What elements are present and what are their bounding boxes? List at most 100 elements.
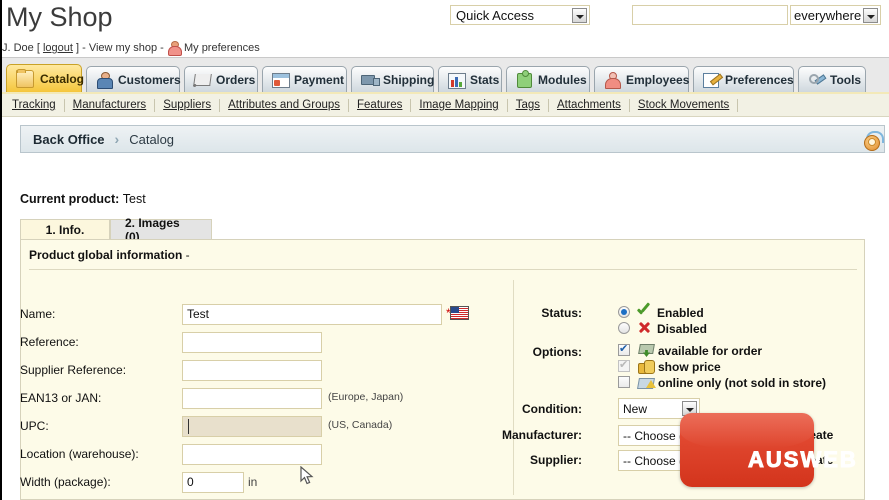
current-product-heading: Current product: Test	[20, 192, 146, 206]
option-available-for-order-checkbox[interactable]	[618, 342, 630, 356]
shop-title: My Shop	[6, 2, 113, 32]
option-online-only-checkbox[interactable]	[618, 376, 630, 388]
chevron-down-icon[interactable]	[572, 8, 587, 23]
truck-icon	[361, 72, 380, 88]
submenu-item-attachments[interactable]: Attachments	[549, 99, 629, 111]
supplier-reference-input[interactable]	[182, 360, 322, 381]
submenu-item-manufacturers[interactable]: Manufacturers	[65, 99, 155, 111]
tab-customers[interactable]: Customers	[86, 66, 181, 92]
location-input[interactable]	[182, 444, 322, 465]
ean13-input[interactable]	[182, 388, 322, 409]
tab-payment-label: Payment	[294, 72, 345, 87]
application-window: My Shop J. Doe [ logout ] - View my shop…	[0, 0, 889, 500]
quick-access-select[interactable]: Quick Access	[450, 5, 590, 25]
option-online-only-label[interactable]: online only (not sold in store)	[658, 376, 826, 390]
gear-icon[interactable]	[862, 131, 884, 151]
my-preferences-link[interactable]: My preferences	[184, 42, 260, 54]
submenu-item-attributes-and-groups[interactable]: Attributes and Groups	[220, 99, 348, 111]
product-tabs: 1. Info. 2. Images (0)	[20, 216, 212, 244]
tab-preferences[interactable]: Preferences	[693, 66, 794, 92]
panel-title-text: Product global information	[29, 248, 183, 262]
tab-modules[interactable]: Modules	[506, 66, 590, 92]
width-input[interactable]: 0	[182, 472, 244, 493]
cart-green-icon	[638, 343, 654, 357]
upc-input[interactable]	[182, 416, 322, 437]
main-navigation-tabs: Catalog Customers Orders Payment Shippin…	[2, 57, 889, 94]
search-input[interactable]	[632, 5, 788, 25]
name-input[interactable]: Test	[182, 304, 442, 325]
tab-employees[interactable]: Employees	[594, 66, 689, 92]
tab-orders[interactable]: Orders	[184, 66, 258, 92]
manufacturer-label: Manufacturer:	[501, 428, 582, 442]
panel-title-dash: -	[185, 248, 190, 262]
check-icon	[636, 304, 652, 318]
width-label: Width (package):	[20, 475, 111, 489]
submenu-item-features[interactable]: Features	[349, 99, 410, 111]
status-disabled-radio[interactable]	[618, 322, 630, 334]
search-scope-select[interactable]: everywhere	[790, 5, 881, 25]
tab-shipping-label: Shipping	[383, 72, 435, 87]
quick-access-label: Quick Access	[456, 8, 535, 23]
folder-icon	[16, 68, 34, 88]
tab-stats-label: Stats	[470, 72, 500, 87]
cart-icon	[193, 72, 212, 88]
tab-images[interactable]: 2. Images (0)	[110, 216, 212, 244]
tab-payment[interactable]: Payment	[262, 66, 347, 92]
user-name-prefix: J. Doe [	[2, 42, 40, 54]
tab-catalog[interactable]: Catalog	[6, 64, 84, 92]
upc-label: UPC:	[20, 419, 49, 433]
badge-gloss	[680, 413, 814, 449]
condition-value: New	[623, 402, 648, 416]
upc-hint: (US, Canada)	[328, 419, 393, 431]
option-show-price-label[interactable]: show price	[658, 360, 721, 374]
tab-orders-label: Orders	[216, 72, 256, 87]
ean13-hint: (Europe, Japan)	[328, 391, 404, 403]
supplier-reference-label: Supplier Reference:	[20, 363, 127, 377]
tab-stats[interactable]: Stats	[438, 66, 502, 92]
option-available-for-order-label[interactable]: available for order	[658, 344, 762, 358]
reference-label: Reference:	[20, 335, 79, 349]
user-info-bar: J. Doe [ logout ] - View my shop - My pr…	[2, 41, 260, 56]
tab-modules-label: Modules	[538, 72, 587, 87]
wrench-icon	[808, 72, 824, 88]
user-icon	[167, 41, 182, 56]
option-show-price-checkbox[interactable]	[618, 358, 630, 372]
submenu-item-stock-movements[interactable]: Stock Movements	[630, 99, 737, 111]
condition-label: Condition:	[522, 402, 582, 416]
supplier-label: Supplier:	[529, 453, 582, 467]
bar-chart-icon	[448, 72, 466, 89]
view-shop-text: ] - View my shop -	[76, 42, 164, 54]
breadcrumb-area: Back Office › Catalog	[2, 117, 889, 155]
payment-icon	[272, 72, 290, 88]
name-label: Name:	[20, 307, 56, 321]
breadcrumb-root[interactable]: Back Office	[33, 132, 105, 147]
submenu-item-tags[interactable]: Tags	[508, 99, 548, 111]
current-product-label: Current product:	[20, 192, 120, 206]
employee-icon	[604, 71, 621, 89]
chevron-down-icon[interactable]	[863, 8, 878, 23]
tab-shipping[interactable]: Shipping	[351, 66, 434, 92]
submenu-item-tracking[interactable]: Tracking	[4, 99, 64, 111]
status-disabled-label[interactable]: Disabled	[657, 322, 707, 336]
ean13-label: EAN13 or JAN:	[20, 391, 102, 405]
status-enabled-radio[interactable]	[618, 306, 630, 318]
options-label: Options:	[532, 345, 582, 359]
logout-link[interactable]: logout	[43, 42, 73, 54]
reference-input[interactable]	[182, 332, 322, 353]
submenu-item-suppliers[interactable]: Suppliers	[155, 99, 219, 111]
tab-tools-label: Tools	[830, 72, 862, 87]
tab-tools[interactable]: Tools	[798, 66, 866, 92]
puzzle-icon	[516, 69, 532, 88]
status-enabled-label[interactable]: Enabled	[657, 306, 704, 320]
status-label: Status:	[541, 306, 582, 320]
width-unit: in	[248, 475, 258, 489]
tab-info[interactable]: 1. Info.	[20, 219, 110, 240]
breadcrumb-current: Catalog	[129, 131, 175, 147]
submenu-item-image-mapping[interactable]: Image Mapping	[411, 99, 506, 111]
divider	[737, 98, 739, 112]
coins-icon	[638, 359, 655, 374]
tab-info-label: 1. Info.	[45, 223, 85, 237]
person-icon	[96, 71, 113, 89]
cross-icon	[637, 321, 651, 335]
search-scope-label: everywhere	[794, 8, 862, 23]
